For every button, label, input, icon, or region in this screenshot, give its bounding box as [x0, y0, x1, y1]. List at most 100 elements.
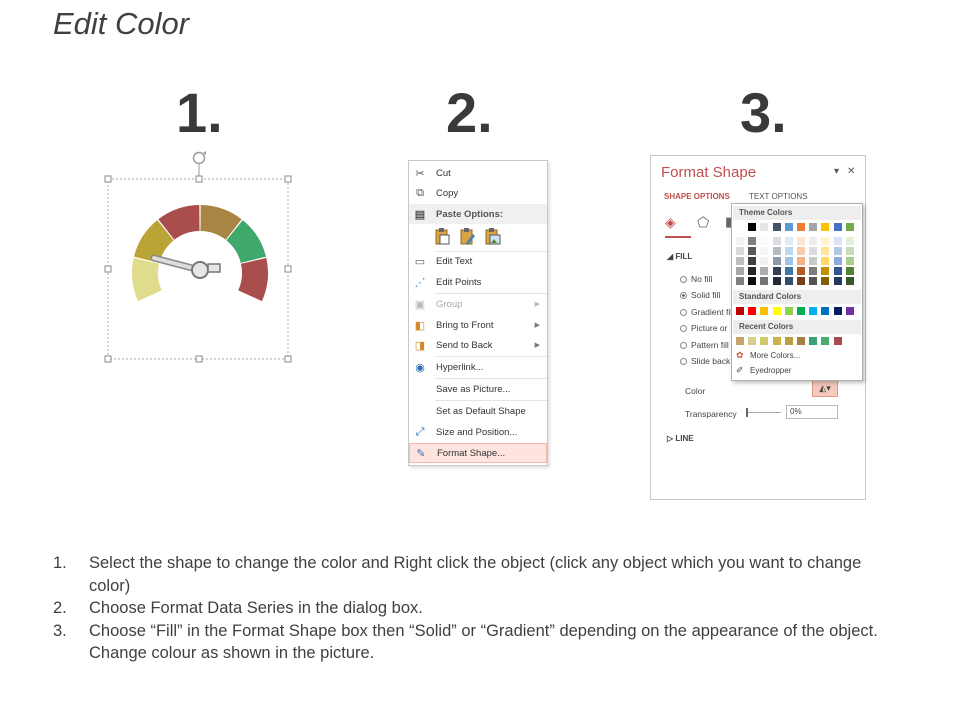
theme-color-swatch[interactable] [760, 277, 769, 285]
recent-color-swatch[interactable] [760, 337, 769, 345]
recent-color-swatch[interactable] [797, 337, 805, 345]
close-icon[interactable]: ✕ [847, 166, 855, 177]
theme-color-swatch[interactable] [845, 223, 854, 231]
theme-color-swatch[interactable] [736, 257, 744, 265]
tab-text-options[interactable]: TEXT OPTIONS [749, 192, 808, 201]
theme-color-swatch[interactable] [797, 277, 805, 285]
paste-picture-icon[interactable] [483, 227, 501, 245]
theme-color-swatch[interactable] [821, 277, 830, 285]
theme-color-swatch[interactable] [772, 277, 781, 285]
theme-color-swatch[interactable] [748, 237, 757, 245]
theme-color-swatch[interactable] [784, 257, 793, 265]
theme-color-swatch[interactable] [760, 237, 769, 245]
theme-color-swatch[interactable] [845, 247, 854, 255]
theme-color-swatch[interactable] [748, 267, 757, 275]
pane-options-dropdown-icon[interactable]: ▾ [834, 166, 839, 177]
theme-color-swatch[interactable] [833, 277, 842, 285]
theme-color-swatch[interactable] [760, 267, 769, 275]
standard-color-swatch[interactable] [772, 307, 781, 315]
recent-color-swatch[interactable] [772, 337, 781, 345]
theme-color-swatch[interactable] [809, 237, 818, 245]
theme-color-swatch[interactable] [809, 277, 818, 285]
menu-item-edit-points[interactable]: ⋰ Edit Points [409, 272, 547, 292]
paste-use-destination-icon[interactable] [458, 227, 476, 245]
theme-color-swatch[interactable] [772, 267, 781, 275]
radio-slide-background-fill[interactable]: Slide back [680, 356, 730, 366]
menu-item-hyperlink[interactable]: ◉ Hyperlink... [409, 357, 547, 377]
theme-color-swatch[interactable] [736, 247, 744, 255]
radio-pattern-fill[interactable]: Pattern fill [680, 340, 729, 350]
transparency-slider-track[interactable] [747, 412, 781, 413]
theme-color-swatch[interactable] [797, 247, 805, 255]
radio-no-fill[interactable]: No fill [680, 274, 712, 284]
theme-color-swatch[interactable] [821, 223, 830, 231]
standard-color-swatch[interactable] [736, 307, 744, 315]
standard-color-swatch[interactable] [809, 307, 818, 315]
theme-color-swatch[interactable] [772, 223, 781, 231]
theme-color-swatch[interactable] [760, 257, 769, 265]
fill-line-icon[interactable]: ◈ [665, 214, 676, 231]
menu-item-size-and-position[interactable]: ⤢ Size and Position... [409, 422, 547, 442]
menu-item-format-shape[interactable]: ✎ Format Shape... [409, 443, 547, 463]
theme-color-swatch[interactable] [748, 277, 757, 285]
theme-color-swatch[interactable] [748, 223, 757, 231]
theme-color-swatch[interactable] [784, 247, 793, 255]
radio-picture-fill[interactable]: Picture or [680, 323, 727, 333]
theme-color-swatch[interactable] [772, 247, 781, 255]
fill-section-header[interactable]: ◢ FILL [667, 252, 692, 261]
selected-gauge-shape[interactable] [104, 148, 294, 364]
theme-color-swatch[interactable] [797, 223, 805, 231]
effects-pentagon-icon[interactable]: ⬠ [697, 214, 709, 231]
theme-color-swatch[interactable] [736, 223, 744, 231]
theme-color-swatch[interactable] [772, 237, 781, 245]
paste-keep-formatting-icon[interactable] [433, 227, 451, 245]
recent-color-swatch[interactable] [833, 337, 842, 345]
tab-shape-options[interactable]: SHAPE OPTIONS [664, 192, 730, 201]
theme-color-swatch[interactable] [772, 257, 781, 265]
menu-item-copy[interactable]: ⧉ Copy [409, 183, 547, 203]
theme-color-swatch[interactable] [797, 267, 805, 275]
theme-color-swatch[interactable] [748, 257, 757, 265]
theme-color-swatch[interactable] [797, 237, 805, 245]
recent-color-swatch[interactable] [748, 337, 757, 345]
standard-color-swatch[interactable] [784, 307, 793, 315]
theme-color-swatch[interactable] [833, 247, 842, 255]
theme-color-swatch[interactable] [809, 247, 818, 255]
theme-color-swatch[interactable] [845, 277, 854, 285]
theme-color-swatch[interactable] [784, 267, 793, 275]
menu-item-cut[interactable]: ✂ Cut [409, 163, 547, 183]
theme-color-swatch[interactable] [809, 267, 818, 275]
menu-item-edit-text[interactable]: ▭ Edit Text [409, 251, 547, 271]
transparency-input[interactable]: 0% [786, 405, 838, 419]
theme-color-swatch[interactable] [760, 247, 769, 255]
recent-color-swatch[interactable] [736, 337, 744, 345]
radio-gradient-fill[interactable]: Gradient fill [680, 307, 734, 317]
menu-item-send-to-back[interactable]: ◨ Send to Back ▶ [409, 335, 547, 355]
theme-color-swatch[interactable] [809, 223, 818, 231]
fill-color-dropdown-button[interactable]: ◭ ▾ [812, 379, 838, 397]
theme-color-swatch[interactable] [784, 223, 793, 231]
standard-color-swatch[interactable] [821, 307, 830, 315]
menu-item-save-as-picture[interactable]: Save as Picture... [409, 379, 547, 399]
theme-color-swatch[interactable] [833, 257, 842, 265]
theme-color-swatch[interactable] [784, 237, 793, 245]
standard-color-swatch[interactable] [797, 307, 805, 315]
theme-color-swatch[interactable] [736, 277, 744, 285]
theme-color-swatch[interactable] [821, 267, 830, 275]
eyedropper-link[interactable]: Eyedropper [750, 366, 791, 375]
theme-color-swatch[interactable] [760, 223, 769, 231]
radio-solid-fill[interactable]: Solid fill [680, 290, 720, 300]
theme-color-swatch[interactable] [736, 267, 744, 275]
theme-color-swatch[interactable] [821, 257, 830, 265]
standard-color-swatch[interactable] [760, 307, 769, 315]
theme-color-swatch[interactable] [833, 237, 842, 245]
theme-color-swatch[interactable] [833, 267, 842, 275]
standard-color-swatch[interactable] [748, 307, 757, 315]
theme-color-swatch[interactable] [845, 237, 854, 245]
theme-color-swatch[interactable] [736, 237, 744, 245]
theme-color-swatch[interactable] [833, 223, 842, 231]
theme-color-swatch[interactable] [821, 237, 830, 245]
theme-color-swatch[interactable] [748, 247, 757, 255]
theme-color-swatch[interactable] [797, 257, 805, 265]
menu-item-set-default-shape[interactable]: Set as Default Shape [409, 401, 547, 421]
